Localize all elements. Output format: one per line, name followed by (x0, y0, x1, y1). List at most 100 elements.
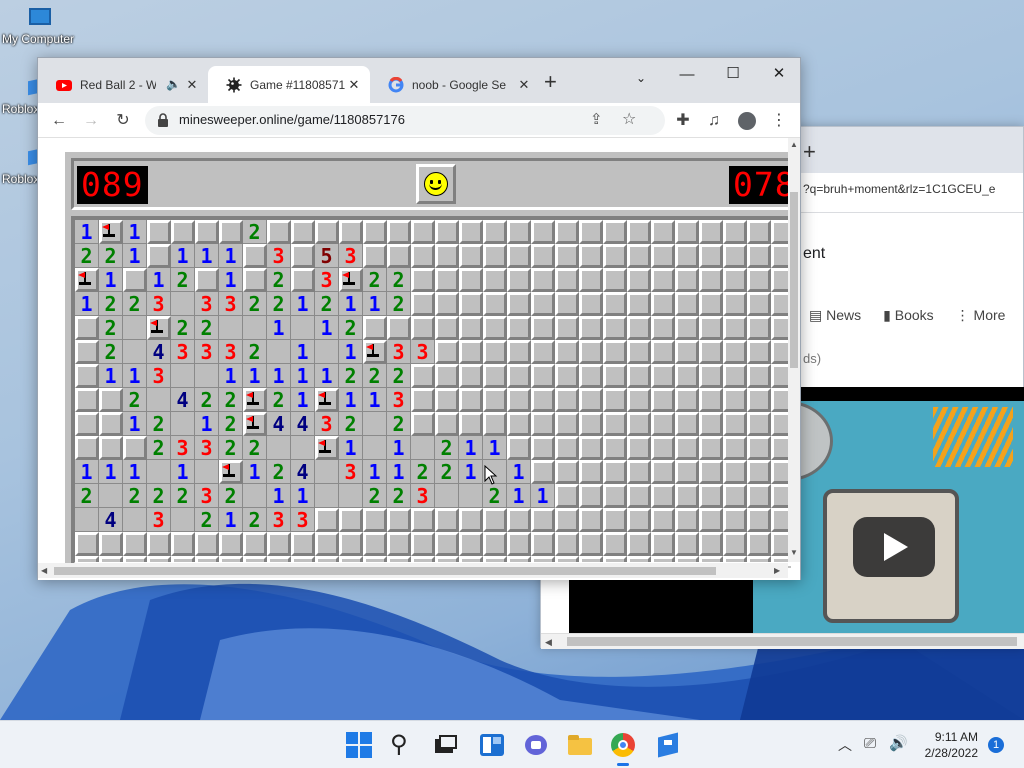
unopened-cell[interactable] (315, 508, 339, 532)
unopened-cell[interactable] (459, 364, 483, 388)
number-cell[interactable]: 2 (339, 412, 363, 436)
number-cell[interactable]: 1 (171, 244, 195, 268)
number-cell[interactable]: 4 (291, 460, 315, 484)
empty-cell[interactable] (363, 412, 387, 436)
empty-cell[interactable] (363, 436, 387, 460)
unopened-cell[interactable] (483, 388, 507, 412)
number-cell[interactable]: 4 (171, 388, 195, 412)
number-cell[interactable]: 2 (243, 508, 267, 532)
unopened-cell[interactable] (411, 532, 435, 556)
unopened-cell[interactable] (723, 340, 747, 364)
unopened-cell[interactable] (483, 292, 507, 316)
unopened-cell[interactable] (627, 268, 651, 292)
number-cell[interactable]: 3 (195, 436, 219, 460)
unopened-cell[interactable] (531, 268, 555, 292)
unopened-cell[interactable] (699, 508, 723, 532)
share-icon[interactable]: ⇪ (590, 110, 603, 128)
empty-cell[interactable] (171, 412, 195, 436)
unopened-cell[interactable] (579, 388, 603, 412)
desktop-icon-roblox-2[interactable]: Roblox (2, 148, 40, 192)
new-tab-button[interactable]: + (803, 139, 816, 165)
unopened-cell[interactable] (219, 532, 243, 556)
unopened-cell[interactable] (459, 316, 483, 340)
number-cell[interactable]: 2 (75, 244, 99, 268)
empty-cell[interactable] (123, 340, 147, 364)
unopened-cell[interactable] (627, 220, 651, 244)
unopened-cell[interactable] (579, 508, 603, 532)
unopened-cell[interactable] (435, 412, 459, 436)
unopened-cell[interactable] (75, 436, 99, 460)
unopened-cell[interactable] (507, 268, 531, 292)
unopened-cell[interactable] (651, 532, 675, 556)
unopened-cell[interactable] (171, 220, 195, 244)
number-cell[interactable]: 1 (123, 412, 147, 436)
number-cell[interactable]: 1 (363, 460, 387, 484)
menu-kebab-icon[interactable]: ⋮ (766, 108, 792, 134)
unopened-cell[interactable] (723, 436, 747, 460)
unopened-cell[interactable] (579, 532, 603, 556)
unopened-cell[interactable] (435, 388, 459, 412)
bookmark-star-icon[interactable]: ☆ (622, 109, 636, 129)
number-cell[interactable]: 1 (99, 364, 123, 388)
unopened-cell[interactable] (411, 244, 435, 268)
task-view-icon[interactable] (433, 731, 461, 759)
unopened-cell[interactable] (147, 244, 171, 268)
unopened-cell[interactable] (651, 316, 675, 340)
number-cell[interactable]: 2 (363, 364, 387, 388)
empty-cell[interactable] (147, 460, 171, 484)
number-cell[interactable]: 1 (291, 484, 315, 508)
flagged-cell[interactable] (243, 388, 267, 412)
number-cell[interactable]: 2 (339, 316, 363, 340)
unopened-cell[interactable] (531, 412, 555, 436)
unopened-cell[interactable] (723, 244, 747, 268)
unopened-cell[interactable] (531, 220, 555, 244)
unopened-cell[interactable] (579, 364, 603, 388)
unopened-cell[interactable] (699, 364, 723, 388)
number-cell[interactable]: 2 (147, 436, 171, 460)
empty-cell[interactable] (267, 340, 291, 364)
unopened-cell[interactable] (675, 244, 699, 268)
unopened-cell[interactable] (507, 220, 531, 244)
number-cell[interactable]: 3 (411, 340, 435, 364)
empty-cell[interactable] (243, 484, 267, 508)
number-cell[interactable]: 1 (267, 316, 291, 340)
unopened-cell[interactable] (507, 364, 531, 388)
unopened-cell[interactable] (507, 436, 531, 460)
empty-cell[interactable] (147, 388, 171, 412)
flagged-cell[interactable] (363, 340, 387, 364)
unopened-cell[interactable] (699, 484, 723, 508)
roblox-studio-icon[interactable] (654, 731, 682, 759)
desktop-icon-my-computer[interactable]: My Computer (2, 6, 82, 50)
unopened-cell[interactable] (699, 412, 723, 436)
unopened-cell[interactable] (411, 364, 435, 388)
unopened-cell[interactable] (123, 268, 147, 292)
number-cell[interactable]: 2 (123, 484, 147, 508)
unopened-cell[interactable] (531, 292, 555, 316)
unopened-cell[interactable] (699, 532, 723, 556)
unopened-cell[interactable] (243, 268, 267, 292)
unopened-cell[interactable] (75, 364, 99, 388)
unopened-cell[interactable] (603, 460, 627, 484)
unopened-cell[interactable] (603, 388, 627, 412)
unopened-cell[interactable] (555, 436, 579, 460)
unopened-cell[interactable] (363, 244, 387, 268)
unopened-cell[interactable] (171, 532, 195, 556)
number-cell[interactable]: 2 (387, 268, 411, 292)
number-cell[interactable]: 2 (411, 460, 435, 484)
flagged-cell[interactable] (315, 388, 339, 412)
number-cell[interactable]: 3 (267, 508, 291, 532)
number-cell[interactable]: 3 (339, 460, 363, 484)
unopened-cell[interactable] (483, 244, 507, 268)
number-cell[interactable]: 2 (99, 316, 123, 340)
unopened-cell[interactable] (747, 316, 771, 340)
unopened-cell[interactable] (555, 388, 579, 412)
unopened-cell[interactable] (675, 316, 699, 340)
unopened-cell[interactable] (675, 388, 699, 412)
unopened-cell[interactable] (195, 220, 219, 244)
unopened-cell[interactable] (555, 364, 579, 388)
nav-more[interactable]: ⋮ More (956, 307, 1006, 324)
unopened-cell[interactable] (675, 364, 699, 388)
number-cell[interactable]: 2 (243, 340, 267, 364)
unopened-cell[interactable] (483, 316, 507, 340)
number-cell[interactable]: 3 (219, 292, 243, 316)
